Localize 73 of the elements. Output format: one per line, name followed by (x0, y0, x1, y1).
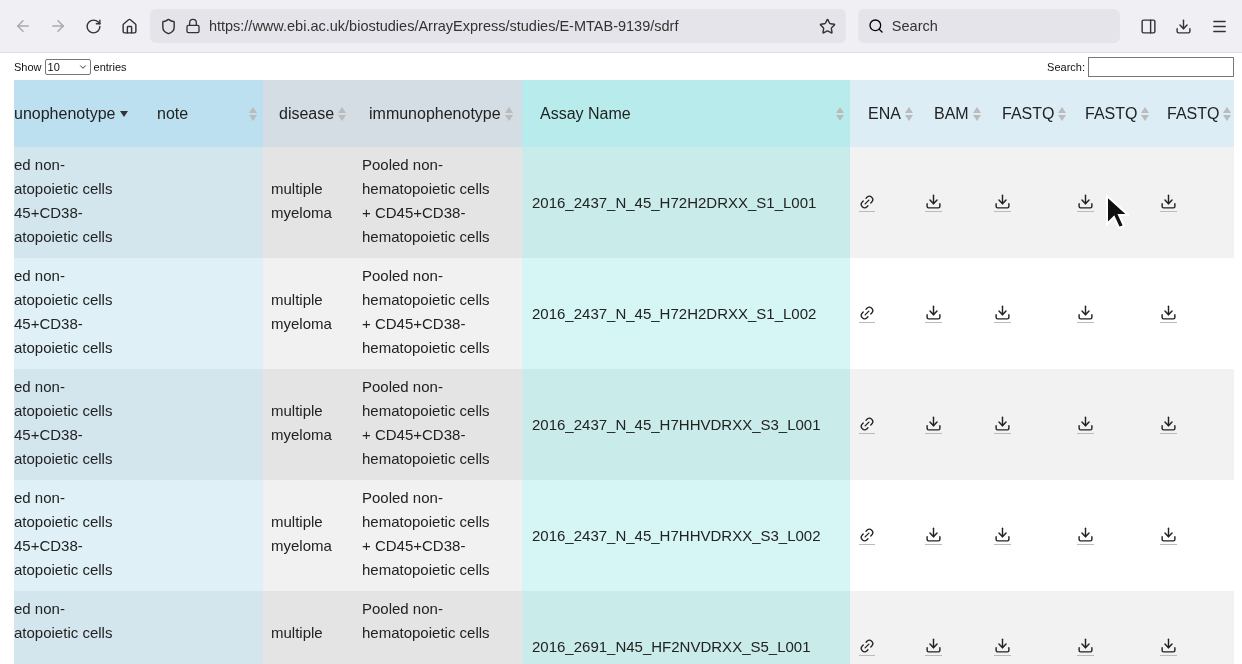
bookmark-star-icon[interactable] (818, 17, 836, 35)
table-cell: Pooled non- hematopoietic cells + CD45+CD38- hematopoietic cells (355, 258, 522, 369)
table-cell: multiple myeloma (263, 147, 355, 258)
link-icon[interactable] (859, 193, 875, 212)
download-icon[interactable] (1160, 526, 1177, 545)
column-header[interactable]: Assay Name (522, 80, 850, 147)
column-header[interactable]: FASTQ (1068, 80, 1150, 147)
download-icon[interactable] (1077, 637, 1094, 656)
download-icon[interactable] (1160, 304, 1177, 323)
link-icon[interactable] (859, 637, 875, 656)
table-cell: Pooled non- hematopoietic cells + CD45+CD38- hematopoietic cells (355, 369, 522, 480)
download-icon[interactable] (925, 193, 942, 212)
table-cell: Pooled non- hematopoietic cells (355, 591, 522, 664)
table-cell: ed non- atopoietic cells 45+CD38- atopoietic cells (14, 480, 140, 591)
table-cell: 2016_2691_N45_HF2NVDRXX_S5_L001 (522, 591, 850, 664)
download-icon[interactable] (1077, 304, 1094, 323)
table-search-field[interactable] (1088, 56, 1234, 77)
table-cell: 2016_2437_N_45_H7HHVDRXX_S3_L002 (522, 480, 850, 591)
column-header[interactable]: immunophenotype (355, 80, 522, 147)
table-cell: multiple myeloma (263, 258, 355, 369)
search-icon (867, 18, 884, 34)
table-cell: 2016_2437_N_45_H7HHVDRXX_S3_L001 (522, 369, 850, 480)
table-cell: ed non- atopoietic cells 45+CD38- atopoietic cells (14, 369, 140, 480)
column-header[interactable]: FASTQ (1150, 80, 1234, 147)
page-size-select[interactable]: 10 (44, 58, 91, 75)
column-header[interactable]: note (140, 80, 263, 147)
download-icon[interactable] (1077, 526, 1094, 545)
download-icon[interactable] (994, 304, 1011, 323)
entries-label: entries (93, 60, 127, 73)
lock-icon (184, 18, 201, 34)
downloads-icon[interactable] (1175, 17, 1193, 35)
link-icon[interactable] (859, 415, 875, 434)
home-icon[interactable] (120, 17, 138, 35)
search-label: Search: (1047, 60, 1085, 73)
table-cell: multiple myeloma (263, 369, 355, 480)
download-icon[interactable] (994, 637, 1011, 656)
download-icon[interactable] (994, 526, 1011, 545)
column-header[interactable]: unophenotype (14, 80, 140, 147)
column-header[interactable]: FASTQ (985, 80, 1068, 147)
reload-icon[interactable] (85, 17, 103, 35)
column-header[interactable]: BAM (917, 80, 985, 147)
show-label: Show (14, 60, 42, 73)
table-cell: multiple (263, 591, 355, 664)
download-icon[interactable] (925, 526, 942, 545)
sort-descending-icon[interactable] (119, 109, 130, 118)
column-header[interactable]: ENA (850, 80, 917, 147)
table-cell: Pooled non- hematopoietic cells + CD45+CD38- hematopoietic cells (355, 147, 522, 258)
download-icon[interactable] (1160, 415, 1177, 434)
table-cell: Pooled non- hematopoietic cells + CD45+CD38- hematopoietic cells (355, 480, 522, 591)
table-cell: ed non- atopoietic cells 45+CD38- atopoietic cells (14, 258, 140, 369)
column-header[interactable]: disease (263, 80, 355, 147)
table-cell: 2016_2437_N_45_H72H2DRXX_S1_L002 (522, 258, 850, 369)
table-cell: multiple myeloma (263, 480, 355, 591)
address-bar[interactable]: https://www.ebi.ac.uk/biostudies/ArrayExpress/studies/E-MTAB-9139/sdrf (149, 9, 846, 43)
link-icon[interactable] (859, 526, 875, 545)
download-icon[interactable] (1077, 415, 1094, 434)
search-field[interactable]: Search (857, 9, 1120, 43)
download-icon[interactable] (925, 304, 942, 323)
table-cell: 2016_2437_N_45_H72H2DRXX_S1_L001 (522, 147, 850, 258)
download-icon[interactable] (994, 415, 1011, 434)
download-icon[interactable] (925, 415, 942, 434)
shield-icon (159, 17, 177, 35)
download-icon[interactable] (1077, 193, 1094, 212)
url-text: https://www.ebi.ac.uk/biostudies/ArrayExpress/studies/E-MTAB-9139/sdrf (208, 18, 680, 34)
table-cell: ed non- atopoietic cells 45+CD38- atopoietic cells (14, 147, 140, 258)
download-icon[interactable] (994, 193, 1011, 212)
link-icon[interactable] (859, 304, 875, 323)
mouse-cursor-icon (1105, 194, 1129, 230)
download-icon[interactable] (1160, 193, 1177, 212)
download-icon[interactable] (1160, 637, 1177, 656)
sidebar-icon[interactable] (1139, 17, 1157, 35)
table-cell: ed non- atopoietic cells (14, 591, 140, 664)
download-icon[interactable] (925, 637, 942, 656)
